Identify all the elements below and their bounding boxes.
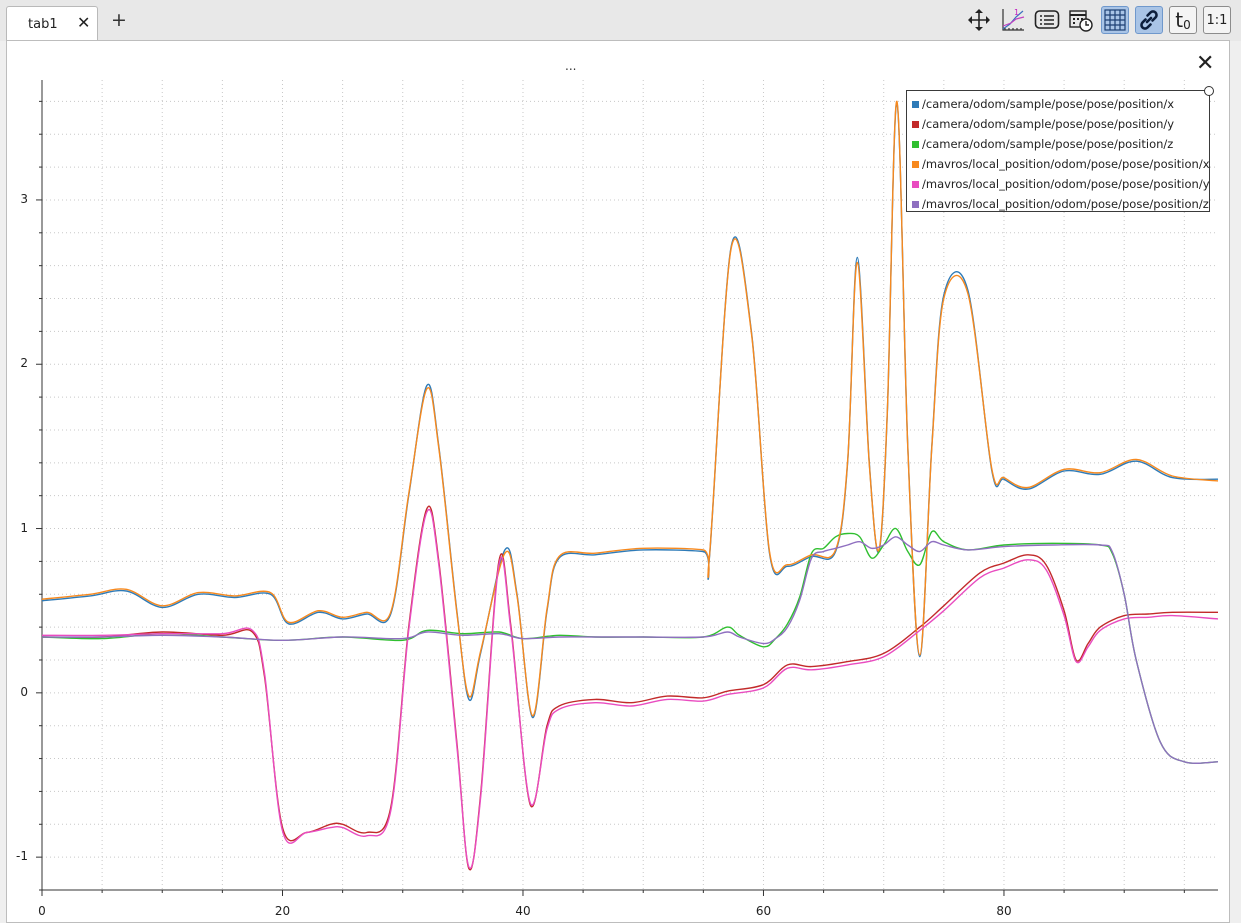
legend-item[interactable]: /mavros/local_position/odom/pose/pose/po… — [912, 154, 1210, 174]
legend-label: /camera/odom/sample/pose/pose/position/x — [922, 97, 1175, 111]
legend-swatch — [912, 200, 919, 208]
legend-item[interactable]: /mavros/local_position/odom/pose/pose/po… — [912, 194, 1209, 214]
legend-handle[interactable] — [1204, 86, 1214, 96]
x-tick-label: 80 — [996, 904, 1012, 918]
y-tick-label: 1 — [20, 520, 28, 535]
plot-series — [41, 100, 1219, 871]
legend-swatch — [912, 100, 919, 108]
legend-swatch — [912, 120, 919, 128]
legend-swatch — [912, 180, 919, 188]
legend-item[interactable]: /camera/odom/sample/pose/pose/position/y — [912, 114, 1209, 134]
y-tick-label: 3 — [20, 191, 28, 206]
series-line-4 — [41, 509, 1219, 870]
legend-label: /mavros/local_position/odom/pose/pose/po… — [922, 197, 1209, 211]
series-line-1 — [41, 505, 1219, 871]
x-tick-label: 60 — [755, 904, 772, 918]
y-tick-label: -1 — [16, 849, 28, 864]
legend-label: /mavros/local_position/odom/pose/pose/po… — [922, 157, 1210, 171]
legend-item[interactable]: /mavros/local_position/odom/pose/pose/po… — [912, 174, 1210, 194]
plot-legend[interactable]: /camera/odom/sample/pose/pose/position/x… — [906, 86, 1214, 214]
y-tick-label: 2 — [20, 356, 28, 371]
x-tick-label: 20 — [274, 904, 291, 918]
x-tick-label: 40 — [515, 904, 531, 918]
legend-label: /camera/odom/sample/pose/pose/position/y — [922, 117, 1175, 131]
series-line-5 — [41, 536, 1219, 764]
legend-label: /mavros/local_position/odom/pose/pose/po… — [922, 177, 1210, 191]
legend-swatch — [912, 160, 919, 168]
legend-label: /camera/odom/sample/pose/pose/position/z — [922, 137, 1174, 151]
y-tick-label: 0 — [20, 684, 28, 699]
legend-swatch — [912, 140, 919, 148]
x-tick-label: 0 — [38, 904, 46, 918]
legend-item[interactable]: /camera/odom/sample/pose/pose/position/z — [912, 134, 1209, 154]
legend-item[interactable]: /camera/odom/sample/pose/pose/position/x — [912, 94, 1209, 114]
